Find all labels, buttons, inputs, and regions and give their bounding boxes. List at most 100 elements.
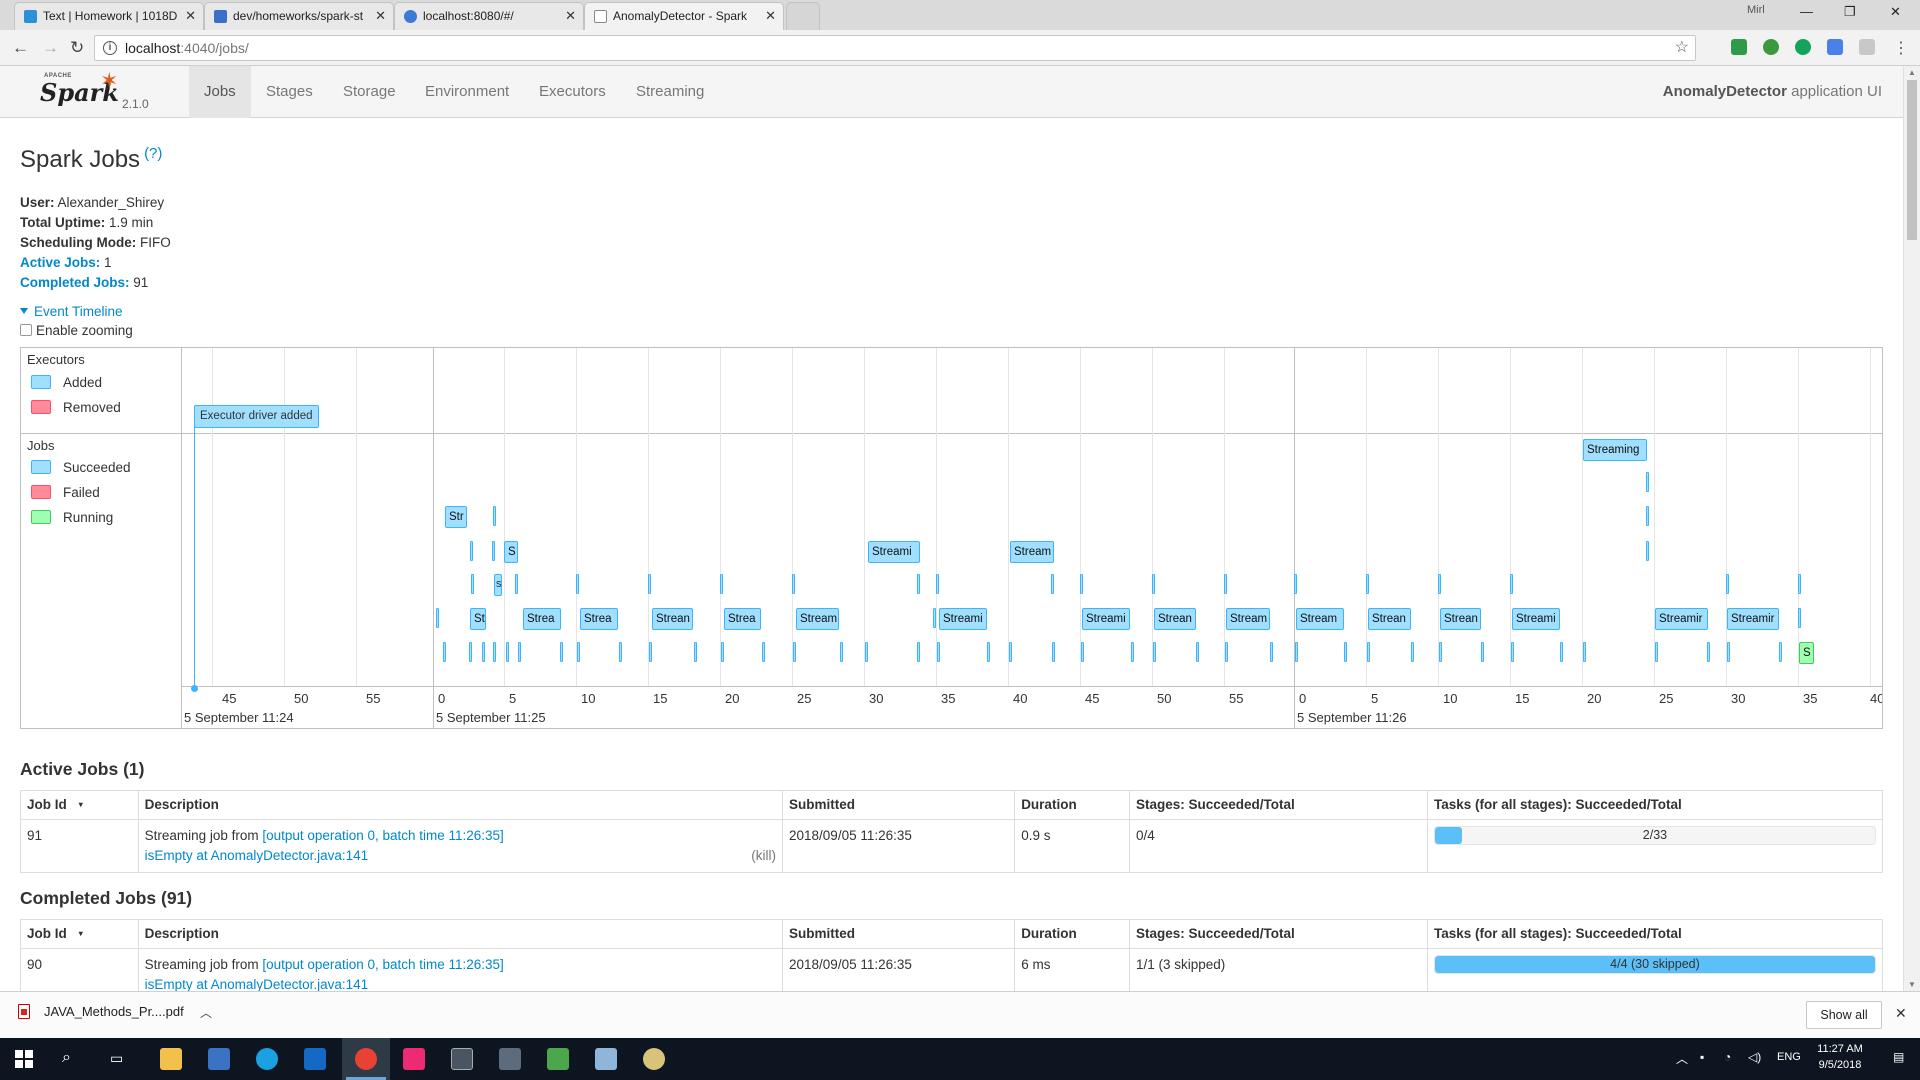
- job-tick[interactable]: [1583, 642, 1586, 662]
- job-detail-link[interactable]: isEmpty at AnomalyDetector.java:141: [145, 977, 369, 992]
- job-tick[interactable]: [1294, 574, 1297, 594]
- browser-tab-homework[interactable]: Text | Homework | 1018D ✕: [14, 2, 204, 30]
- job-tick[interactable]: [1510, 574, 1513, 594]
- zoom-checkbox[interactable]: [20, 324, 32, 336]
- job-tick[interactable]: [762, 642, 765, 662]
- profile-badge[interactable]: Mirl: [1747, 4, 1765, 16]
- nav-jobs[interactable]: Jobs: [189, 66, 251, 118]
- job-detail-link[interactable]: isEmpty at AnomalyDetector.java:141: [145, 848, 369, 863]
- skype-icon[interactable]: [256, 1048, 278, 1070]
- job-tick[interactable]: [1196, 642, 1199, 662]
- job-tick[interactable]: [1131, 642, 1134, 662]
- job-tick[interactable]: [1051, 574, 1054, 594]
- job-event[interactable]: Strean: [1368, 608, 1411, 630]
- job-tick[interactable]: [1439, 642, 1442, 662]
- job-tick[interactable]: [493, 642, 496, 662]
- sort-desc-icon[interactable]: ▾: [79, 800, 83, 809]
- job-event[interactable]: Streami: [939, 608, 987, 630]
- active-jobs-title[interactable]: Active Jobs (1): [20, 759, 144, 780]
- job-tick[interactable]: [506, 642, 509, 662]
- batch-link[interactable]: [output operation 0, batch time 11:26:35…: [262, 957, 503, 972]
- outlook-icon[interactable]: [304, 1048, 326, 1070]
- job-tick[interactable]: [865, 642, 868, 662]
- job-event[interactable]: Streami: [1512, 608, 1560, 630]
- job-tick[interactable]: [936, 574, 939, 594]
- paint-icon[interactable]: [643, 1048, 665, 1070]
- job-tick[interactable]: [1225, 642, 1228, 662]
- job-tick[interactable]: [1798, 608, 1801, 628]
- job-tick[interactable]: [840, 642, 843, 662]
- browser-tab-spark[interactable]: AnomalyDetector - Spark ✕: [584, 2, 784, 30]
- grammarly-icon[interactable]: [1795, 39, 1811, 55]
- job-tick[interactable]: [1438, 574, 1441, 594]
- completed-jobs-link[interactable]: Completed Jobs:: [20, 275, 130, 290]
- job-tick[interactable]: [1798, 574, 1801, 594]
- sort-desc-icon[interactable]: ▾: [79, 929, 83, 938]
- job-tick[interactable]: [917, 574, 920, 594]
- save-app-icon[interactable]: [208, 1048, 230, 1070]
- job-tick[interactable]: [694, 642, 697, 662]
- job-tick[interactable]: [1646, 541, 1649, 561]
- wifi-icon[interactable]: ◔: [1724, 1050, 1731, 1064]
- column-header-tasks[interactable]: Tasks (for all stages): Succeeded/Total: [1426, 919, 1884, 949]
- nav-executors[interactable]: Executors: [524, 66, 621, 118]
- job-event[interactable]: Stream: [796, 608, 839, 630]
- completed-jobs-title[interactable]: Completed Jobs (91): [20, 888, 192, 909]
- info-icon[interactable]: i: [103, 41, 117, 55]
- job-tick[interactable]: [720, 574, 723, 594]
- intellij-icon[interactable]: [403, 1048, 425, 1070]
- timeline-plot-area[interactable]: 45 50 55 0 5 10 15 20 25 30 35 40 45 50 …: [182, 348, 1882, 728]
- language-indicator[interactable]: ENG: [1777, 1051, 1801, 1063]
- job-tick[interactable]: [619, 642, 622, 662]
- enable-zooming[interactable]: Enable zooming: [20, 323, 133, 338]
- column-header-submitted[interactable]: Submitted: [782, 790, 1016, 820]
- close-icon[interactable]: ✕: [1895, 1005, 1907, 1022]
- job-tick[interactable]: [470, 541, 473, 561]
- network-icon[interactable]: ▪: [1700, 1050, 1704, 1064]
- help-link[interactable]: (?): [144, 145, 162, 162]
- scroll-up-icon[interactable]: ▲: [1908, 68, 1916, 77]
- job-tick[interactable]: [987, 642, 990, 662]
- job-tick[interactable]: [792, 574, 795, 594]
- column-header-duration[interactable]: Duration: [1014, 919, 1130, 949]
- search-icon[interactable]: ⌕: [62, 1049, 71, 1067]
- job-tick[interactable]: [1366, 574, 1369, 594]
- clock-date[interactable]: 9/5/2018: [1810, 1059, 1870, 1071]
- job-tick[interactable]: [1295, 642, 1298, 662]
- job-tick[interactable]: [917, 642, 920, 662]
- job-event[interactable]: S: [494, 574, 502, 596]
- job-tick[interactable]: [1707, 642, 1710, 662]
- close-icon[interactable]: ✕: [565, 3, 576, 29]
- reload-icon[interactable]: ↻: [70, 38, 84, 58]
- job-tick[interactable]: [649, 642, 652, 662]
- notification-icon[interactable]: ▤: [1893, 1050, 1904, 1064]
- job-tick[interactable]: [937, 642, 940, 662]
- new-tab-button[interactable]: [786, 2, 820, 30]
- job-event[interactable]: Strea: [724, 608, 761, 630]
- job-tick[interactable]: [1344, 642, 1347, 662]
- job-tick[interactable]: [493, 506, 496, 526]
- job-event[interactable]: Streami: [1082, 608, 1130, 630]
- nav-streaming[interactable]: Streaming: [621, 66, 719, 118]
- job-event[interactable]: Strean: [652, 608, 693, 630]
- job-tick[interactable]: [1511, 642, 1514, 662]
- forward-arrow-icon[interactable]: →: [42, 38, 59, 58]
- job-tick[interactable]: [1411, 642, 1414, 662]
- event-timeline-toggle[interactable]: Event Timeline: [20, 304, 123, 319]
- address-bar[interactable]: i localhost:4040/jobs/ ☆: [94, 35, 1696, 61]
- active-jobs-link[interactable]: Active Jobs:: [20, 255, 100, 270]
- job-tick[interactable]: [1655, 642, 1658, 662]
- nav-environment[interactable]: Environment: [410, 66, 524, 118]
- window-close-icon[interactable]: ✕: [1890, 4, 1901, 20]
- download-item[interactable]: JAVA_Methods_Pr....pdf: [18, 1004, 184, 1019]
- job-tick[interactable]: [1081, 642, 1084, 662]
- column-header-description[interactable]: Description: [137, 790, 784, 820]
- job-tick[interactable]: [1779, 642, 1782, 662]
- browser-tab-devops[interactable]: dev/homeworks/spark-st ✕: [204, 2, 394, 30]
- job-tick[interactable]: [443, 642, 446, 662]
- close-icon[interactable]: ✕: [375, 3, 386, 29]
- job-tick[interactable]: [515, 574, 518, 594]
- batch-link[interactable]: [output operation 0, batch time 11:26:35…: [262, 828, 503, 843]
- job-tick[interactable]: [1224, 574, 1227, 594]
- job-tick[interactable]: [1727, 642, 1730, 662]
